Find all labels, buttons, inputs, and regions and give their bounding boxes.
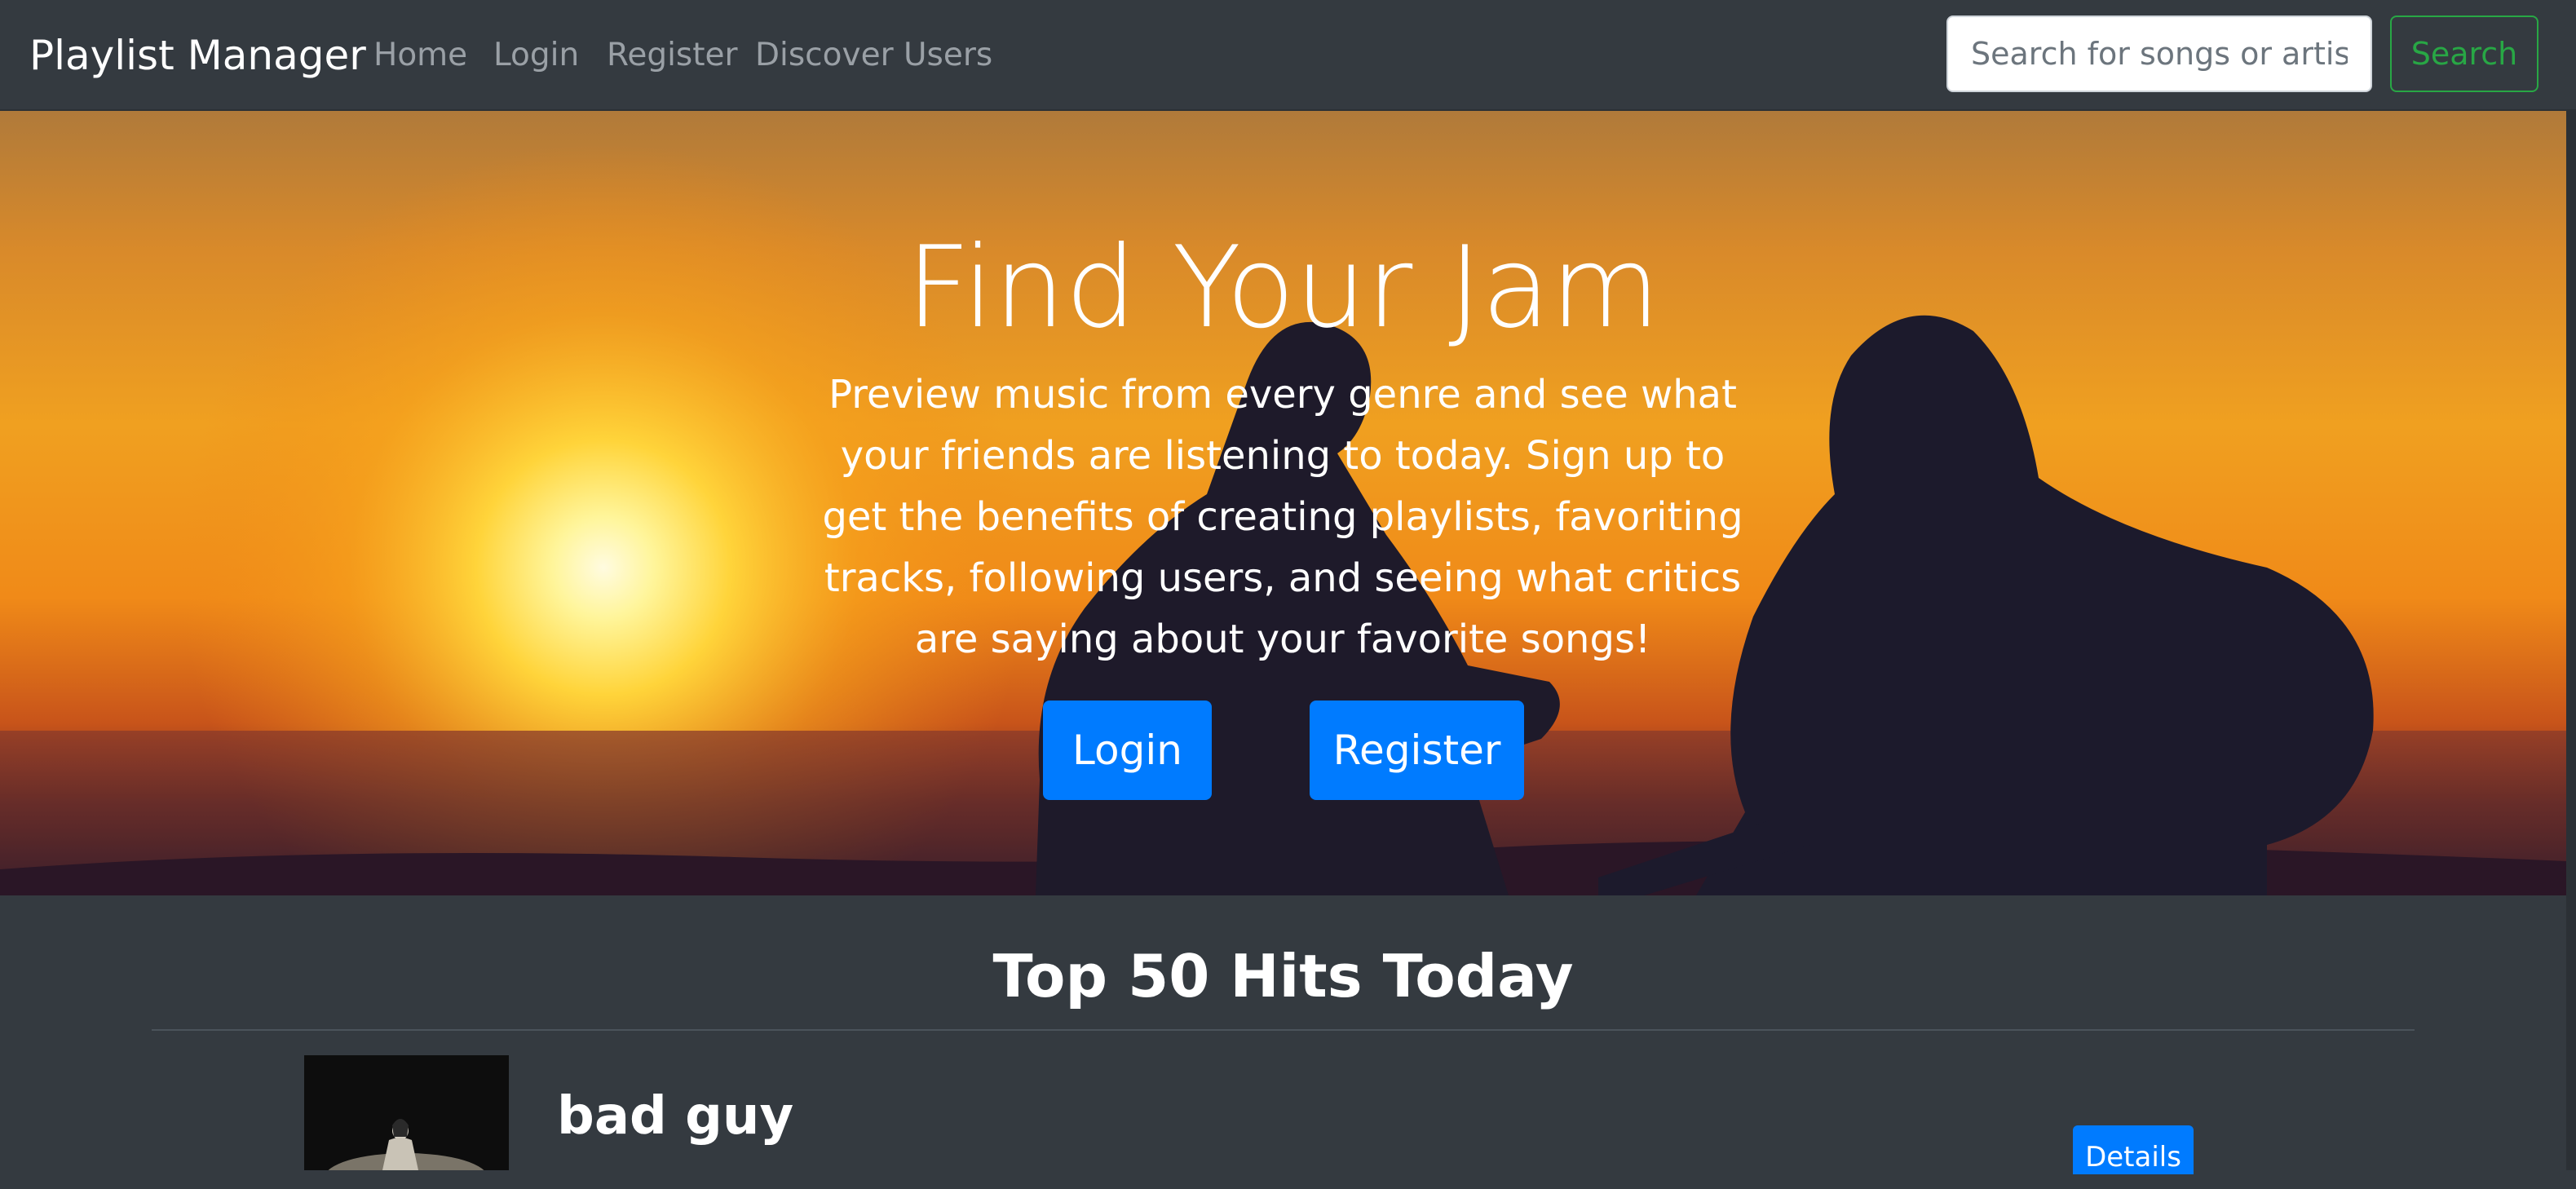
nav-link-login[interactable]: Login — [493, 0, 579, 111]
hero-description: Preview music from every genre and see w… — [822, 372, 1743, 662]
hero-register-button[interactable]: Register — [1310, 701, 1524, 800]
section-divider — [152, 1029, 2415, 1031]
nav-link-home[interactable]: Home — [373, 0, 467, 111]
details-button[interactable]: Details — [2073, 1125, 2194, 1174]
top-hits-heading: Top 50 Hits Today — [992, 942, 1574, 1010]
page-scrollbar[interactable] — [2566, 111, 2576, 1170]
hero-banner: Find Your Jam Preview music from every g… — [0, 111, 2566, 895]
nav-link-discover-users[interactable]: Discover Users — [755, 0, 992, 111]
search-button[interactable]: Search — [2390, 15, 2538, 92]
navbar: Playlist Manager Home Login Register Dis… — [0, 0, 2576, 111]
nav-link-register[interactable]: Register — [607, 0, 738, 111]
brand-link[interactable]: Playlist Manager — [29, 0, 366, 111]
hero-login-button[interactable]: Login — [1043, 701, 1212, 800]
search-input[interactable] — [1946, 15, 2372, 92]
album-art-image — [304, 1055, 509, 1170]
track-title: bad guy — [557, 1086, 794, 1147]
hero-title: Find Your Jam — [906, 222, 1660, 353]
